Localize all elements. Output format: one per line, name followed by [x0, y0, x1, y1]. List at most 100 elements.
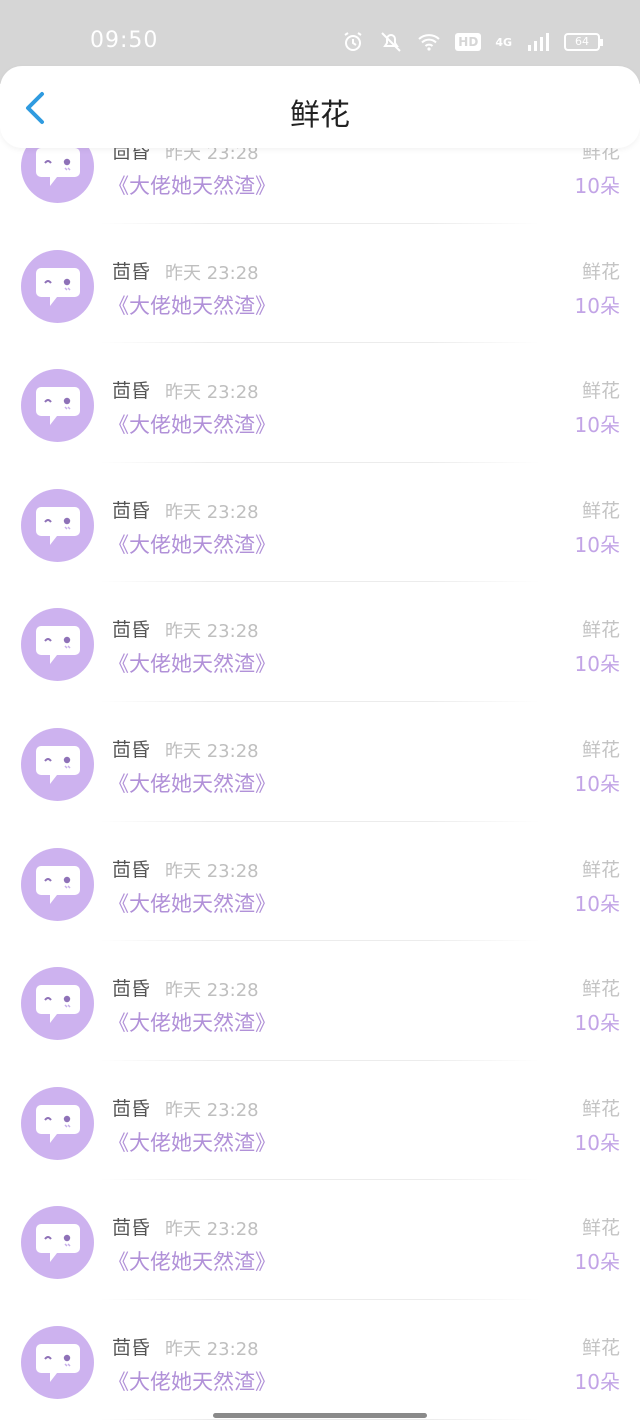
home-indicator[interactable] — [213, 1413, 427, 1418]
gift-count: 10朵 — [574, 891, 620, 916]
gift-type: 鲜花 — [581, 1217, 620, 1240]
chat-bubble-avatar-icon — [36, 1343, 80, 1382]
user-name: 茴昏 — [112, 1217, 151, 1240]
avatar[interactable] — [21, 1086, 94, 1160]
gift-type: 鲜花 — [581, 738, 620, 761]
book-title[interactable]: 《大佬她天然渣》 — [108, 170, 276, 200]
book-title[interactable]: 《大佬她天然渣》 — [108, 888, 276, 918]
gift-type: 鲜花 — [581, 619, 620, 642]
gift-count: 10朵 — [574, 1369, 620, 1394]
list-item[interactable]: 茴昏 昨天 23:28 《大佬她天然渣》 鲜花 10朵 — [0, 1300, 640, 1420]
book-title[interactable]: 《大佬她天然渣》 — [108, 290, 276, 320]
avatar[interactable] — [21, 1206, 94, 1280]
list-item[interactable]: 茴昏 昨天 23:28 《大佬她天然渣》 鲜花 10朵 — [0, 463, 640, 583]
wifi-icon — [418, 34, 440, 51]
page-title: 鲜花 — [290, 98, 350, 133]
mute-icon — [381, 32, 402, 52]
battery-indicator: 64 — [564, 33, 603, 51]
gift-time: 昨天 23:28 — [165, 740, 259, 762]
book-title[interactable]: 《大佬她天然渣》 — [108, 1246, 276, 1276]
user-name: 茴昏 — [112, 499, 151, 522]
book-title[interactable]: 《大佬她天然渣》 — [108, 529, 276, 559]
chat-bubble-avatar-icon — [36, 148, 80, 186]
gift-count: 10朵 — [574, 1250, 620, 1275]
gift-count: 10朵 — [574, 771, 620, 796]
gift-count: 10朵 — [574, 652, 620, 677]
list-item[interactable]: 茴昏 昨天 23:28 《大佬她天然渣》 鲜花 10朵 — [0, 343, 640, 463]
gift-type: 鲜花 — [581, 499, 620, 522]
list-item[interactable]: 茴昏 昨天 23:28 《大佬她天然渣》 鲜花 10朵 — [0, 582, 640, 702]
chat-bubble-avatar-icon — [36, 506, 80, 545]
status-time: 09:50 — [90, 28, 159, 53]
book-title[interactable]: 《大佬她天然渣》 — [108, 1007, 276, 1037]
book-title[interactable]: 《大佬她天然渣》 — [108, 1127, 276, 1157]
user-name: 茴昏 — [112, 978, 151, 1001]
alarm-icon — [344, 32, 362, 51]
gift-count: 10朵 — [574, 293, 620, 318]
chat-bubble-avatar-icon — [36, 745, 80, 784]
avatar[interactable] — [21, 608, 94, 682]
book-title[interactable]: 《大佬她天然渣》 — [108, 409, 276, 439]
gift-type: 鲜花 — [581, 858, 620, 881]
avatar[interactable] — [21, 369, 94, 443]
user-name: 茴昏 — [112, 260, 151, 283]
user-name: 茴昏 — [112, 380, 151, 403]
signal-icon — [528, 33, 549, 51]
avatar[interactable] — [21, 249, 94, 323]
flower-gift-list[interactable]: 茴昏 昨天 23:28 《大佬她天然渣》 鲜花 10朵 茴昏 昨天 23:28 … — [0, 144, 640, 1422]
avatar[interactable] — [21, 727, 94, 801]
list-item[interactable]: 茴昏 昨天 23:28 《大佬她天然渣》 鲜花 10朵 — [0, 1061, 640, 1181]
gift-time: 昨天 23:28 — [165, 501, 259, 523]
gift-time: 昨天 23:28 — [165, 262, 259, 284]
gift-time: 昨天 23:28 — [165, 980, 259, 1002]
avatar[interactable] — [21, 847, 94, 921]
gift-count: 10朵 — [574, 1130, 620, 1155]
user-name: 茴昏 — [112, 858, 151, 881]
gift-count: 10朵 — [574, 1011, 620, 1036]
gift-type: 鲜花 — [581, 260, 620, 283]
chat-bubble-avatar-icon — [36, 387, 80, 426]
gift-time: 昨天 23:28 — [165, 860, 259, 882]
divider — [100, 1418, 540, 1420]
avatar[interactable] — [21, 967, 94, 1041]
user-name: 茴昏 — [112, 619, 151, 642]
avatar[interactable] — [21, 488, 94, 562]
list-item[interactable]: 茴昏 昨天 23:28 《大佬她天然渣》 鲜花 10朵 — [0, 144, 640, 224]
gift-count: 10朵 — [574, 532, 620, 557]
gift-time: 昨天 23:28 — [165, 1099, 259, 1121]
chat-bubble-avatar-icon — [36, 1224, 80, 1263]
gift-time: 昨天 23:28 — [165, 621, 259, 643]
book-title[interactable]: 《大佬她天然渣》 — [108, 768, 276, 798]
gift-count: 10朵 — [574, 174, 620, 198]
user-name: 茴昏 — [112, 1336, 151, 1359]
chat-bubble-avatar-icon — [36, 865, 80, 904]
gift-type: 鲜花 — [581, 978, 620, 1001]
chat-bubble-avatar-icon — [36, 985, 80, 1024]
flower-gift-list-content: 茴昏 昨天 23:28 《大佬她天然渣》 鲜花 10朵 茴昏 昨天 23:28 … — [0, 144, 640, 1420]
avatar[interactable] — [21, 144, 94, 203]
list-item[interactable]: 茴昏 昨天 23:28 《大佬她天然渣》 鲜花 10朵 — [0, 822, 640, 942]
gift-type: 鲜花 — [581, 1336, 620, 1359]
book-title[interactable]: 《大佬她天然渣》 — [108, 1366, 276, 1396]
gift-time: 昨天 23:28 — [165, 1338, 259, 1360]
list-item[interactable]: 茴昏 昨天 23:28 《大佬她天然渣》 鲜花 10朵 — [0, 224, 640, 344]
chat-bubble-avatar-icon — [36, 626, 80, 665]
gift-type: 鲜花 — [581, 1097, 620, 1120]
avatar[interactable] — [21, 1325, 94, 1399]
gift-time: 昨天 23:28 — [165, 382, 259, 404]
book-title[interactable]: 《大佬她天然渣》 — [108, 648, 276, 678]
user-name: 茴昏 — [112, 1097, 151, 1120]
list-item[interactable]: 茴昏 昨天 23:28 《大佬她天然渣》 鲜花 10朵 — [0, 702, 640, 822]
network-type: 4G — [495, 35, 512, 49]
gift-count: 10朵 — [574, 413, 620, 438]
navbar: 鲜花 — [0, 66, 640, 148]
hd-badge: HD — [455, 33, 482, 51]
chat-bubble-avatar-icon — [36, 1104, 80, 1143]
list-item[interactable]: 茴昏 昨天 23:28 《大佬她天然渣》 鲜花 10朵 — [0, 941, 640, 1061]
user-name: 茴昏 — [112, 738, 151, 761]
list-item[interactable]: 茴昏 昨天 23:28 《大佬她天然渣》 鲜花 10朵 — [0, 1180, 640, 1300]
status-icons: HD 4G 64 — [341, 30, 603, 54]
gift-type: 鲜花 — [581, 380, 620, 403]
chat-bubble-avatar-icon — [36, 267, 80, 306]
gift-time: 昨天 23:28 — [165, 1219, 259, 1241]
